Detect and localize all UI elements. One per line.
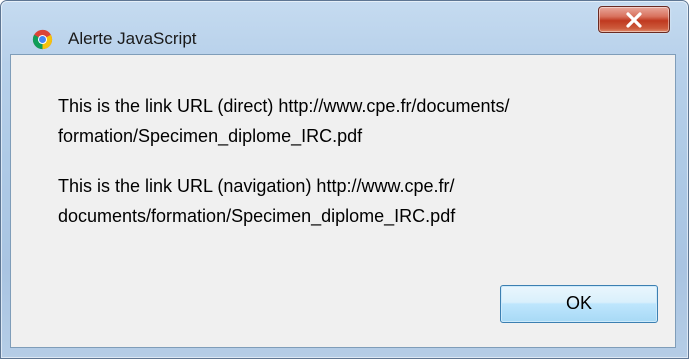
dialog-body: This is the link URL (direct) http://www… (10, 54, 676, 348)
ok-button-label: OK (565, 293, 592, 313)
alert-message: This is the link URL (direct) http://www… (58, 91, 658, 231)
ok-button[interactable]: OK (500, 285, 658, 323)
close-icon (626, 12, 642, 28)
chrome-icon (32, 29, 53, 50)
message-direct-url: This is the link URL (direct) http://www… (58, 96, 510, 146)
window-title: Alerte JavaScript (68, 29, 197, 48)
message-navigation-url: This is the link URL (navigation) http:/… (58, 176, 456, 226)
title-bar[interactable]: Alerte JavaScript (1, 1, 688, 50)
close-button[interactable] (598, 6, 670, 33)
alert-dialog-window: Alerte JavaScript This is the link URL (… (0, 0, 689, 359)
